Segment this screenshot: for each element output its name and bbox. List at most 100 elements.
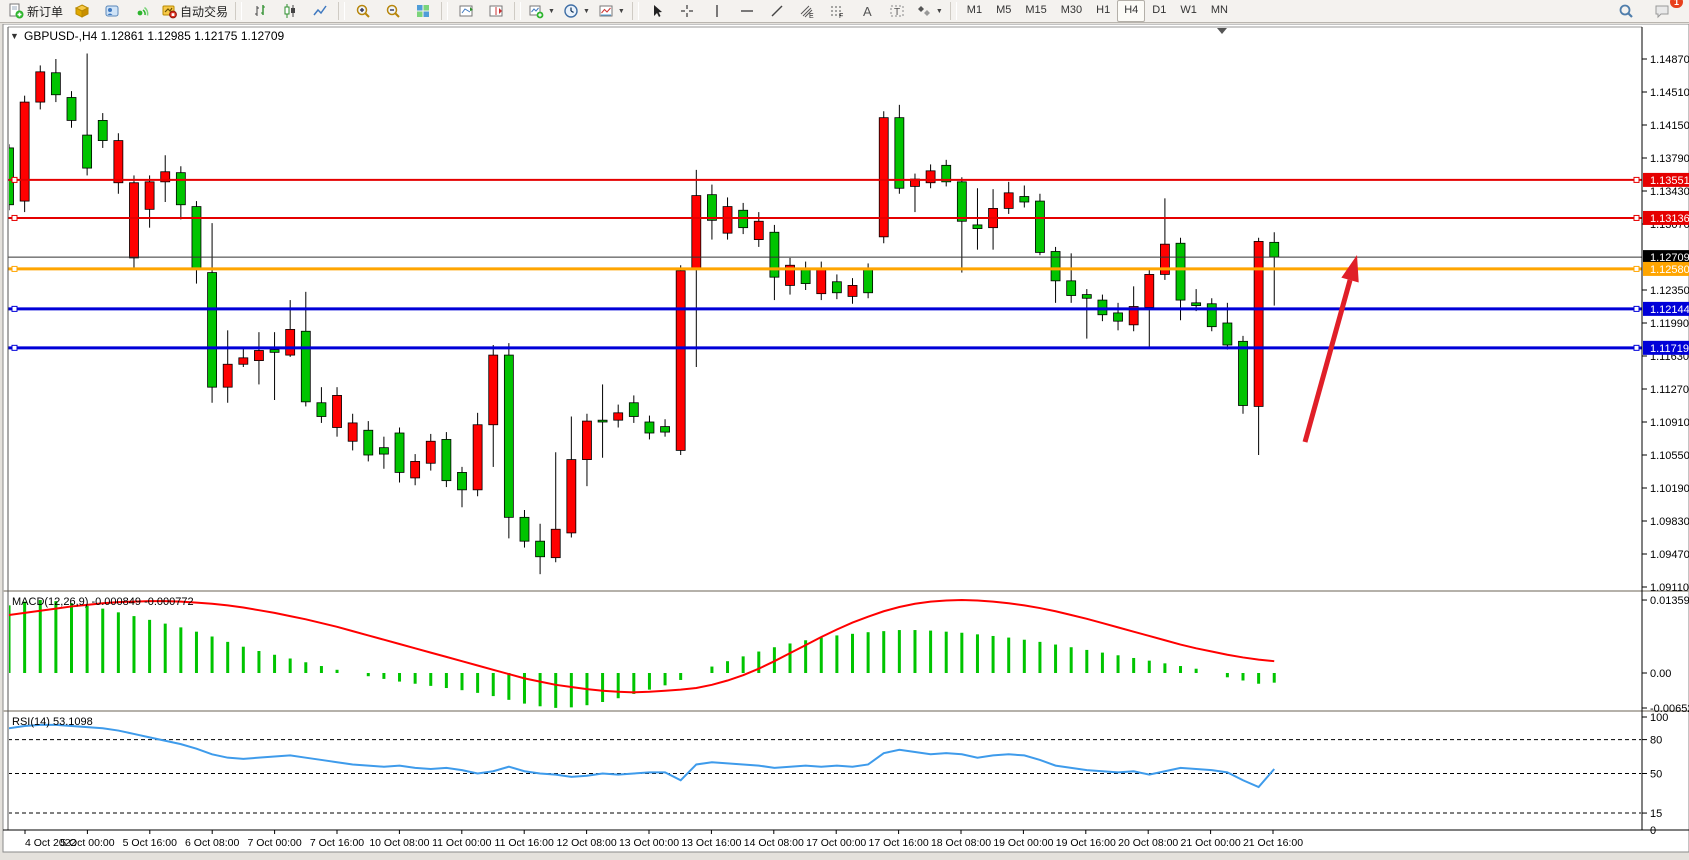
text-tool-button[interactable]: A (852, 0, 882, 22)
candle[interactable] (20, 102, 29, 201)
timeframe-button-m30[interactable]: M30 (1054, 0, 1089, 22)
candle[interactable] (973, 225, 982, 229)
candle[interactable] (333, 395, 342, 427)
candle[interactable] (1082, 295, 1091, 299)
candle[interactable] (1020, 197, 1029, 203)
line-handle[interactable] (12, 215, 17, 220)
timeframe-button-h1[interactable]: H1 (1089, 0, 1117, 22)
candle[interactable] (676, 271, 685, 451)
candle[interactable] (51, 73, 60, 95)
bar-chart-button[interactable] (245, 0, 275, 22)
candle[interactable] (582, 421, 591, 460)
new-chart-dropdown[interactable]: ▼ (524, 0, 559, 22)
auto-scroll-button[interactable] (451, 0, 481, 22)
cursor-tool-button[interactable] (642, 0, 672, 22)
candle[interactable] (1239, 341, 1248, 405)
candle[interactable] (832, 282, 841, 293)
candle[interactable] (926, 171, 935, 183)
crosshair-tool-button[interactable] (672, 0, 702, 22)
candle[interactable] (114, 141, 123, 183)
candle[interactable] (473, 425, 482, 490)
period-dropdown[interactable]: ▼ (559, 0, 594, 22)
panel-separator[interactable] (3, 710, 1689, 712)
candle[interactable] (1145, 274, 1154, 307)
label-tool-button[interactable]: T (882, 0, 912, 22)
timeframe-button-m1[interactable]: M1 (960, 0, 989, 22)
signals-button[interactable] (127, 0, 157, 22)
timeframe-button-m5[interactable]: M5 (989, 0, 1018, 22)
autotrade-button[interactable]: 自动交易 (157, 0, 232, 22)
data-window-button[interactable] (97, 0, 127, 22)
fibonacci-tool-button[interactable]: F (822, 0, 852, 22)
candle[interactable] (1051, 252, 1060, 281)
timeframe-button-w1[interactable]: W1 (1173, 0, 1204, 22)
line-handle[interactable] (12, 345, 17, 350)
tile-windows-button[interactable] (408, 0, 438, 22)
candle[interactable] (192, 207, 201, 269)
candle[interactable] (301, 331, 310, 402)
line-handle[interactable] (1634, 215, 1639, 220)
template-dropdown[interactable]: ▼ (594, 0, 629, 22)
candle[interactable] (707, 195, 716, 221)
candle[interactable] (801, 269, 810, 284)
candle[interactable] (645, 422, 654, 433)
candle[interactable] (598, 420, 607, 422)
candle-chart-button[interactable] (275, 0, 305, 22)
candle[interactable] (614, 413, 623, 420)
market-watch-button[interactable] (67, 0, 97, 22)
arrows-dropdown[interactable]: ▼ (912, 0, 947, 22)
candle[interactable] (411, 461, 420, 478)
hline-tool-button[interactable] (732, 0, 762, 22)
candle[interactable] (1207, 304, 1216, 327)
panel-separator[interactable] (3, 590, 1689, 592)
line-handle[interactable] (1634, 177, 1639, 182)
candle[interactable] (1067, 281, 1076, 296)
line-handle[interactable] (1634, 345, 1639, 350)
channel-tool-button[interactable]: E (792, 0, 822, 22)
candle[interactable] (1114, 313, 1123, 321)
zoom-out-button[interactable] (378, 0, 408, 22)
search-button[interactable] (1611, 0, 1641, 22)
candle[interactable] (36, 72, 45, 102)
notifications-button[interactable]: 1 (1647, 0, 1677, 22)
candle[interactable] (254, 351, 263, 361)
candle[interactable] (520, 517, 529, 541)
candle[interactable] (489, 355, 498, 425)
candle[interactable] (426, 441, 435, 463)
candle[interactable] (223, 364, 232, 387)
candle[interactable] (67, 98, 76, 121)
candle[interactable] (770, 232, 779, 277)
new-order-button[interactable]: 新订单 (4, 0, 67, 22)
candle[interactable] (567, 460, 576, 533)
candle[interactable] (864, 269, 873, 293)
zoom-in-button[interactable] (348, 0, 378, 22)
candle[interactable] (754, 221, 763, 239)
line-handle[interactable] (1634, 266, 1639, 271)
chart-window[interactable]: 1.148701.145101.141501.137901.134301.130… (0, 24, 1689, 860)
candle[interactable] (739, 210, 748, 227)
candle[interactable] (1254, 241, 1263, 406)
candle[interactable] (442, 439, 451, 480)
candle[interactable] (1270, 242, 1279, 257)
candle[interactable] (1004, 193, 1013, 209)
line-handle[interactable] (12, 306, 17, 311)
candle[interactable] (286, 329, 295, 355)
candle[interactable] (458, 472, 467, 489)
candle[interactable] (239, 358, 248, 364)
candle[interactable] (129, 183, 138, 258)
candle[interactable] (208, 273, 217, 388)
timeframe-button-d1[interactable]: D1 (1145, 0, 1173, 22)
candle[interactable] (364, 430, 373, 455)
timeframe-button-mn[interactable]: MN (1204, 0, 1235, 22)
candle[interactable] (536, 541, 545, 557)
trendline-tool-button[interactable] (762, 0, 792, 22)
candle[interactable] (661, 427, 670, 433)
candle[interactable] (348, 423, 357, 441)
candle[interactable] (504, 355, 513, 517)
line-handle[interactable] (12, 177, 17, 182)
timeframe-button-m15[interactable]: M15 (1018, 0, 1053, 22)
candle[interactable] (395, 433, 404, 472)
candle[interactable] (723, 207, 732, 234)
line-chart-button[interactable] (305, 0, 335, 22)
candle[interactable] (848, 285, 857, 296)
